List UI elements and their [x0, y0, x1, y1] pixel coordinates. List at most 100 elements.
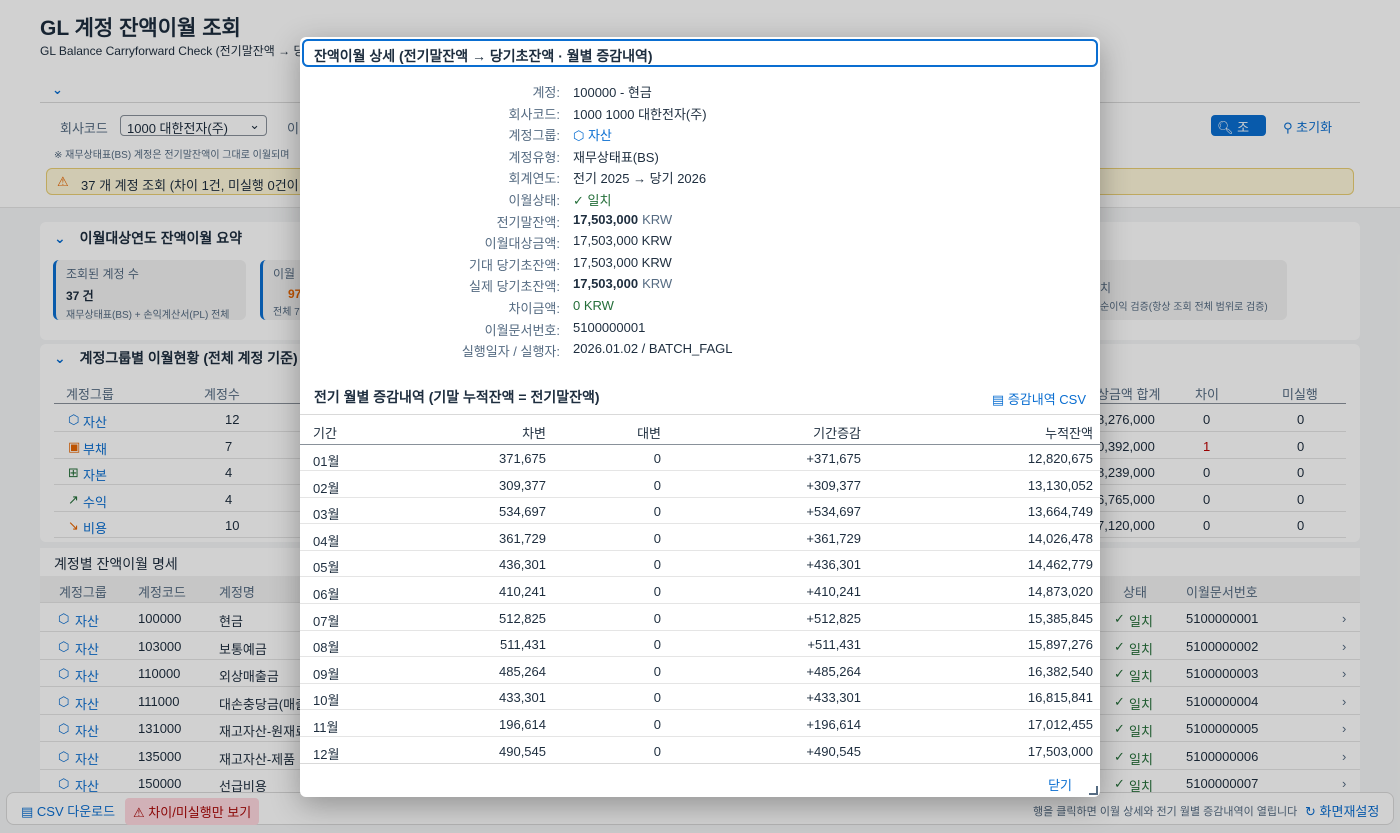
- cell-change: +196,614: [806, 717, 861, 732]
- cell-debit: 410,241: [499, 584, 546, 599]
- field-value: 17,503,000 KRW: [573, 276, 673, 292]
- cell-debit: 196,614: [499, 717, 546, 732]
- close-button[interactable]: 닫기: [1048, 775, 1072, 794]
- field-label: 회사코드:: [508, 106, 560, 122]
- cell-period: 10월: [313, 693, 340, 709]
- cell-period: 09월: [313, 666, 340, 682]
- monthly-row: 06월 410,241 0 +410,241 14,873,020: [300, 577, 1100, 604]
- monthly-row: 09월 485,264 0 +485,264 16,382,540: [300, 657, 1100, 684]
- detail-field: 계정: 100000 - 현금: [300, 82, 1100, 102]
- cell-cumulative: 14,026,478: [1027, 530, 1093, 546]
- cell-change: +371,675: [806, 451, 861, 466]
- field-value: 전기 2025 → 당기 2026: [573, 171, 707, 187]
- monthly-row: 05월 436,301 0 +436,301 14,462,779: [300, 550, 1100, 578]
- cell-credit: 0: [653, 504, 661, 520]
- field-value: ✓ 일치: [573, 193, 612, 208]
- field-label: 계정:: [532, 85, 560, 100]
- detail-field: 회사코드: 1000 1000 대한전자(주): [300, 104, 1100, 124]
- field-unit: KRW: [642, 211, 673, 227]
- monthly-row: 10월 433,301 0 +433,301 16,815,841: [300, 683, 1100, 711]
- monthly-csv-button[interactable]: ▤ 증감내역 CSV: [992, 389, 1086, 408]
- field-label: 이월상태:: [508, 193, 560, 208]
- col-period: 기간: [313, 426, 337, 441]
- cell-cumulative: 17,012,455: [1027, 717, 1093, 732]
- cell-credit: 0: [653, 451, 661, 466]
- field-value: 17,503,000 KRW: [573, 254, 672, 270]
- detail-field: 실행일자 / 실행자: 2026.01.02 / BATCH_FAGL: [300, 341, 1100, 361]
- cell-period: 02월: [313, 480, 340, 496]
- cell-cumulative: 15,897,276: [1027, 637, 1093, 653]
- monthly-heading: 전기 월별 증감내역 (기말 누적잔액 = 전기말잔액): [314, 389, 600, 405]
- detail-field: 전기말잔액: 17,503,000 KRW: [300, 212, 1100, 232]
- cell-debit: 433,301: [499, 690, 546, 706]
- monthly-table-header: 기간 차변 대변 기간증감 누적잔액: [300, 414, 1100, 445]
- cell-change: +534,697: [806, 504, 861, 520]
- detail-field: 차이금액: 0 KRW: [300, 298, 1100, 318]
- field-value: 0 KRW: [573, 298, 614, 313]
- cell-debit: 436,301: [499, 557, 546, 573]
- field-value: 17,503,000 KRW: [573, 233, 672, 249]
- cell-credit: 0: [653, 477, 661, 493]
- detail-field: 이월상태: ✓ 일치: [300, 190, 1100, 210]
- cell-credit: 0: [653, 610, 661, 626]
- col-debit: 차변: [522, 426, 546, 441]
- cell-debit: 512,825: [499, 610, 546, 626]
- cell-cumulative: 13,130,052: [1027, 477, 1093, 493]
- cell-credit: 0: [653, 557, 661, 573]
- detail-field: 회계연도: 전기 2025 → 당기 2026: [300, 168, 1100, 188]
- check-icon: ✓: [573, 193, 588, 208]
- field-label: 기대 당기초잔액:: [469, 257, 560, 273]
- cell-credit: 0: [653, 637, 661, 653]
- cell-debit: 485,264: [499, 663, 546, 679]
- field-value: ⬡ 자산: [573, 128, 612, 144]
- cell-period: 01월: [313, 454, 340, 469]
- cell-debit: 309,377: [499, 477, 546, 493]
- detail-field: 이월대상금액: 17,503,000 KRW: [300, 233, 1100, 253]
- field-label: 이월문서번호:: [484, 322, 560, 338]
- cell-change: +410,241: [806, 584, 861, 599]
- resize-grip-icon[interactable]: [1089, 786, 1098, 795]
- cell-period: 03월: [313, 507, 340, 523]
- field-label: 회계연도:: [508, 171, 560, 187]
- detail-field: 실제 당기초잔액: 17,503,000 KRW: [300, 276, 1100, 296]
- field-label: 전기말잔액:: [496, 214, 560, 230]
- monthly-row: 02월 309,377 0 +309,377 13,130,052: [300, 471, 1100, 498]
- col-credit: 대변: [637, 426, 661, 441]
- cell-period: 08월: [313, 640, 340, 656]
- detail-field: 계정유형: 재무상태표(BS): [300, 147, 1100, 167]
- cell-period: 04월: [313, 533, 340, 549]
- cell-debit: 371,675: [499, 451, 546, 466]
- col-cumulative: 누적잔액: [1045, 426, 1093, 441]
- field-label: 차이금액:: [508, 301, 560, 316]
- cell-change: +512,825: [806, 610, 861, 626]
- cell-debit: 361,729: [499, 530, 546, 546]
- cell-cumulative: 17,503,000: [1027, 743, 1093, 759]
- field-label: 계정그룹:: [508, 128, 560, 144]
- cell-cumulative: 15,385,845: [1027, 610, 1093, 626]
- cell-debit: 511,431: [499, 637, 546, 653]
- cell-debit: 534,697: [499, 504, 546, 520]
- cell-period: 11월: [313, 720, 339, 735]
- monthly-row: 08월 511,431 0 +511,431 15,897,276: [300, 630, 1100, 658]
- cell-cumulative: 14,462,779: [1027, 557, 1093, 573]
- field-unit: KRW: [642, 276, 673, 292]
- cell-change: +309,377: [806, 477, 861, 493]
- cell-change: +490,545: [806, 743, 861, 759]
- monthly-row: 03월 534,697 0 +534,697 13,664,749: [300, 497, 1100, 525]
- field-value: 2026.01.02 / BATCH_FAGL: [573, 341, 733, 357]
- cell-cumulative: 16,815,841: [1027, 690, 1093, 706]
- field-value: 5100000001: [573, 319, 646, 335]
- detail-dialog: 잔액이월 상세 (전기말잔액 → 당기초잔액 · 월별 증감내역) 계정: 100…: [300, 37, 1100, 797]
- cell-cumulative: 12,820,675: [1027, 451, 1093, 466]
- cell-period: 05월: [313, 560, 340, 576]
- monthly-row: 01월 371,675 0 +371,675 12,820,675: [300, 444, 1100, 471]
- cell-change: +436,301: [806, 557, 861, 573]
- field-value: 100000 - 현금: [573, 85, 652, 100]
- field-value: 1000 1000 대한전자(주): [573, 106, 707, 122]
- monthly-row: 04월 361,729 0 +361,729 14,026,478: [300, 524, 1100, 551]
- cell-cumulative: 14,873,020: [1027, 584, 1093, 599]
- cell-credit: 0: [653, 663, 661, 679]
- cell-change: +433,301: [806, 690, 861, 706]
- field-label: 계정유형:: [508, 149, 560, 165]
- cell-credit: 0: [653, 743, 661, 759]
